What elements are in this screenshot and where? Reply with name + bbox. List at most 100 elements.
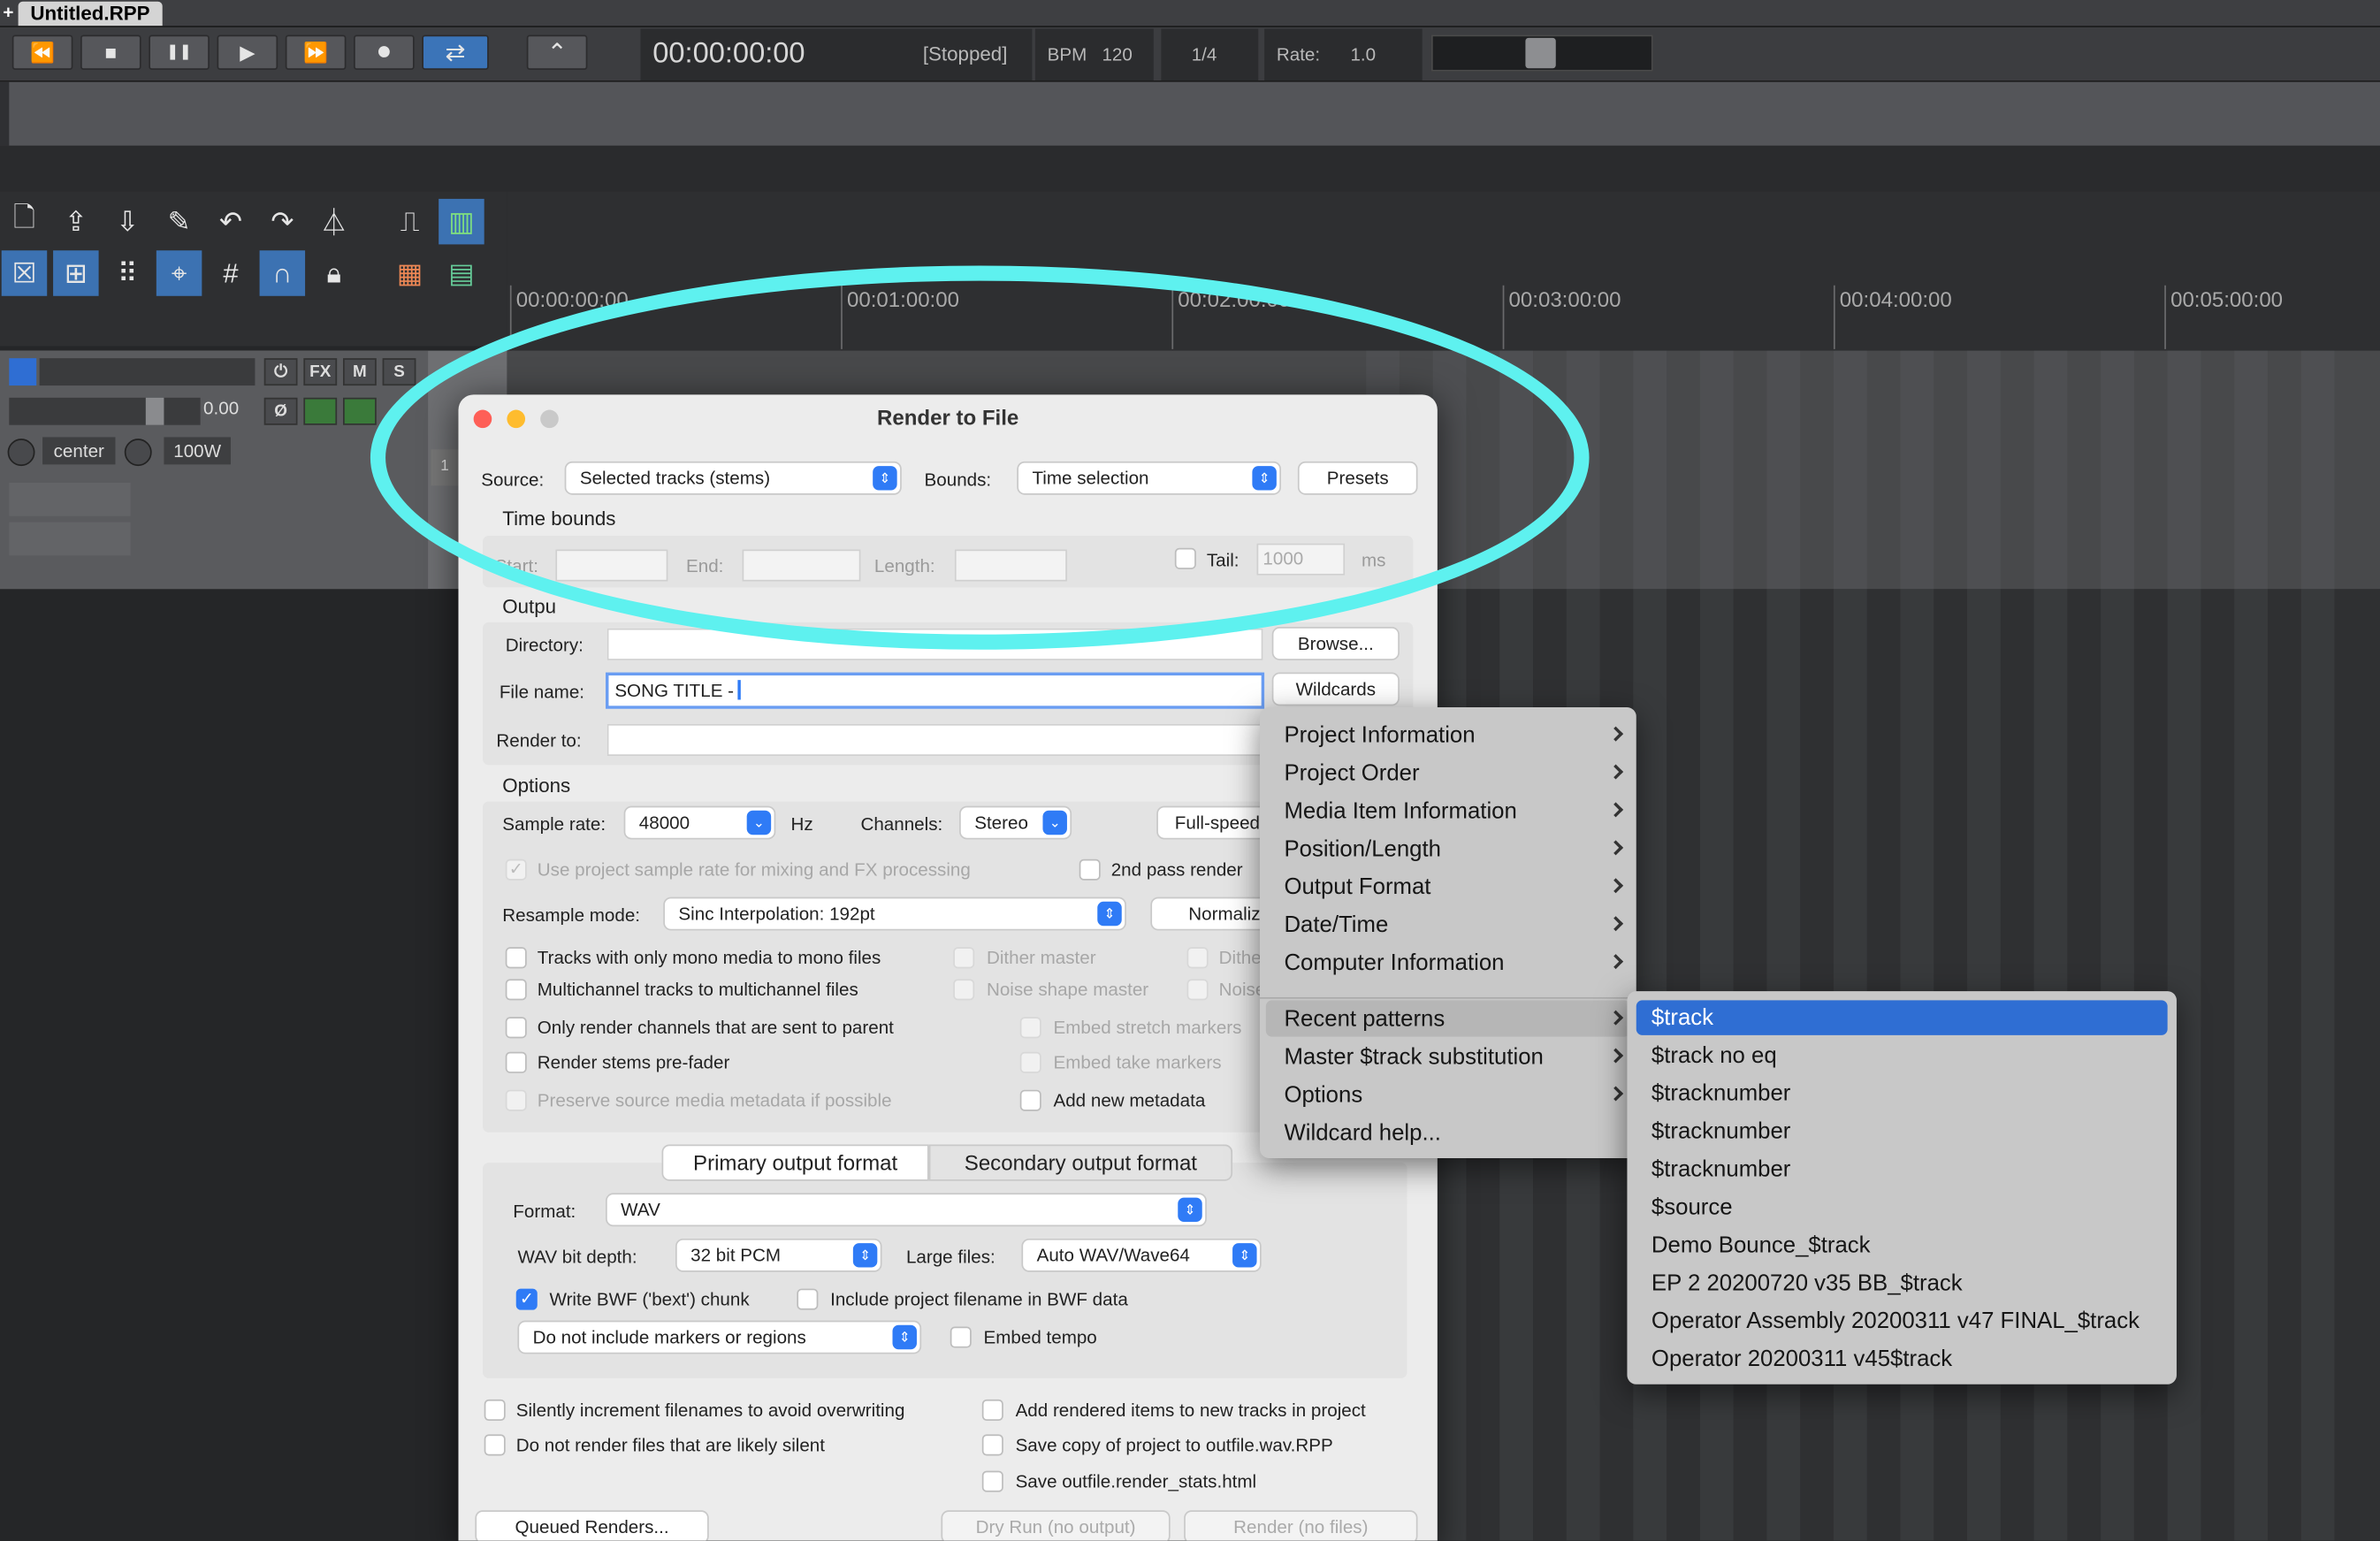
track-solo-button[interactable]: S [382, 358, 416, 386]
open-project-icon[interactable]: ⇪ [53, 199, 99, 245]
add-metadata-checkbox[interactable] [1019, 1089, 1041, 1111]
pattern-item[interactable]: $tracknumber [1652, 1118, 1790, 1144]
large-files-select[interactable]: Auto WAV/Wave64 ⇕ [1021, 1238, 1262, 1272]
noise-shape-master-checkbox[interactable] [953, 979, 975, 1001]
track-power-button[interactable]: ⏻ [263, 358, 298, 386]
normalize-button[interactable]: Normaliz [1150, 896, 1278, 931]
rewind-button[interactable]: ⏪ [11, 34, 73, 70]
repeat-toggle[interactable]: ⇄ [422, 34, 489, 70]
stop-button[interactable]: ■ [80, 34, 141, 70]
format-select[interactable]: WAV ⇕ [606, 1193, 1207, 1227]
record-button[interactable]: ⏺ [354, 34, 415, 70]
pattern-item[interactable]: $tracknumber [1652, 1156, 1790, 1182]
mono-media-checkbox[interactable] [505, 947, 527, 969]
metronome-icon[interactable]: ⏃ [311, 199, 357, 245]
embed-take-checkbox[interactable] [1019, 1051, 1041, 1073]
ruler-area[interactable] [0, 81, 2380, 146]
menu-item-media-item-information[interactable]: Media Item Information [1284, 798, 1516, 824]
volume-fader-handle[interactable] [145, 397, 164, 425]
noise-checkbox[interactable] [1186, 979, 1209, 1001]
include-filename-checkbox[interactable] [797, 1288, 819, 1310]
use-project-rate-checkbox[interactable]: ✓ [505, 858, 527, 881]
bit-depth-select[interactable]: 32 bit PCM ⇕ [675, 1238, 882, 1272]
embed-tempo-checkbox[interactable] [950, 1326, 972, 1348]
track-automation-icon[interactable] [303, 397, 338, 425]
render-to-field[interactable] [606, 723, 1263, 756]
track-volume-fader[interactable] [9, 397, 201, 425]
rate-slider-handle[interactable] [1525, 37, 1556, 69]
save-project-icon[interactable]: ⇩ [104, 199, 150, 245]
menu-item-output-format[interactable]: Output Format [1284, 874, 1430, 900]
pattern-item[interactable]: Operator Assembly 20200311 v47 FINAL_$tr… [1652, 1308, 2140, 1334]
tab-secondary-output[interactable]: Secondary output format [928, 1144, 1233, 1181]
meter-icon[interactable]: ▥ [439, 198, 484, 245]
grid-icon[interactable]: ⠿ [104, 250, 150, 296]
save-stats-checkbox[interactable] [981, 1470, 1003, 1492]
sample-rate-select[interactable]: 48000 ⌄ [623, 805, 776, 840]
write-bwf-checkbox[interactable]: ✓ [515, 1288, 538, 1310]
mixer-icon[interactable]: ⎍ [387, 199, 433, 245]
pattern-item[interactable]: $track no eq [1652, 1042, 1777, 1068]
menu-item-master-track-substitution[interactable]: Master $track substitution [1284, 1044, 1543, 1070]
track-name-field[interactable] [39, 358, 256, 386]
markers-select[interactable]: Do not include markers or regions ⇕ [517, 1320, 922, 1354]
pattern-item[interactable]: $track [1652, 1005, 1713, 1031]
new-tab-button[interactable]: + [3, 2, 13, 23]
track-io-icon[interactable] [343, 397, 377, 425]
bpm-box[interactable]: BPM 120 [1034, 28, 1154, 80]
dither-master-checkbox[interactable] [953, 947, 975, 969]
item-grouping-icon[interactable]: ☒ [1, 250, 48, 296]
pattern-item[interactable]: Demo Bounce_$track [1652, 1232, 1871, 1258]
save-copy-checkbox[interactable] [981, 1434, 1003, 1456]
menu-item-project-information[interactable]: Project Information [1284, 722, 1475, 748]
pattern-item[interactable]: EP 2 20200720 v35 BB_$track [1652, 1270, 1963, 1296]
dither-checkbox[interactable] [1186, 947, 1209, 969]
grid-lines-icon[interactable]: # [208, 250, 254, 296]
browse-button[interactable]: Browse... [1271, 627, 1400, 660]
channels-select[interactable]: Stereo ⌄ [959, 805, 1072, 840]
second-pass-checkbox[interactable] [1079, 858, 1101, 881]
menu-item-options[interactable]: Options [1284, 1082, 1362, 1108]
only-parent-checkbox[interactable] [505, 1017, 527, 1039]
dry-run-button[interactable]: Dry Run (no output) [941, 1510, 1171, 1541]
menu-item-project-order[interactable]: Project Order [1284, 760, 1419, 786]
time-signature[interactable]: 1/4 [1161, 28, 1259, 80]
project-tab[interactable]: Untitled.RPP [18, 1, 163, 27]
snap-icon[interactable]: ⊞ [53, 250, 99, 296]
render-no-files-button[interactable]: Render (no files) [1184, 1510, 1418, 1541]
queued-renders-button[interactable]: Queued Renders... [475, 1510, 709, 1541]
resample-select[interactable]: Sinc Interpolation: 192pt ⇕ [663, 896, 1126, 931]
file-name-field[interactable]: SONG TITLE - [606, 672, 1265, 709]
menu-item-recent-patterns[interactable]: Recent patterns [1284, 1006, 1445, 1032]
pan-knob[interactable] [7, 439, 35, 467]
play-button[interactable]: ▶ [217, 34, 278, 70]
color-icon[interactable]: ▦ [387, 250, 433, 296]
track-phase-button[interactable]: Ø [263, 397, 298, 425]
pattern-item[interactable]: $tracknumber [1652, 1080, 1790, 1106]
rate-box[interactable]: Rate: 1.0 [1264, 28, 1423, 80]
no-silent-checkbox[interactable] [484, 1434, 506, 1456]
undo-icon[interactable]: ↶ [208, 199, 254, 245]
pattern-item[interactable]: $source [1652, 1194, 1733, 1220]
embed-stretch-checkbox[interactable] [1019, 1017, 1041, 1039]
track-mute-button[interactable]: M [343, 358, 377, 386]
menu-item-position-length[interactable]: Position/Length [1284, 836, 1441, 862]
magnet-icon[interactable]: ∩ [259, 250, 306, 296]
menu-item-computer-information[interactable]: Computer Information [1284, 950, 1504, 976]
ripple-icon[interactable]: ⌖ [156, 250, 202, 296]
menu-item-wildcard-help[interactable]: Wildcard help... [1284, 1120, 1440, 1146]
new-project-icon[interactable]: 🗋 [2, 199, 48, 245]
tab-primary-output[interactable]: Primary output format [661, 1144, 929, 1181]
multichannel-checkbox[interactable] [505, 979, 527, 1001]
width-knob[interactable] [124, 439, 152, 467]
wildcards-button[interactable]: Wildcards [1271, 672, 1400, 706]
pause-button[interactable]: ❚❚ [149, 34, 210, 70]
menu-item-date-time[interactable]: Date/Time [1284, 912, 1388, 938]
pattern-item[interactable]: Operator 20200311 v45$track [1652, 1346, 1952, 1372]
redo-icon[interactable]: ↷ [260, 199, 306, 245]
preferences-wrench-icon[interactable]: ✎ [156, 199, 202, 245]
preserve-metadata-checkbox[interactable] [505, 1089, 527, 1111]
silently-increment-checkbox[interactable] [484, 1399, 506, 1421]
fast-forward-button[interactable]: ⏩ [285, 34, 347, 70]
track-fx-button[interactable]: FX [303, 358, 338, 386]
